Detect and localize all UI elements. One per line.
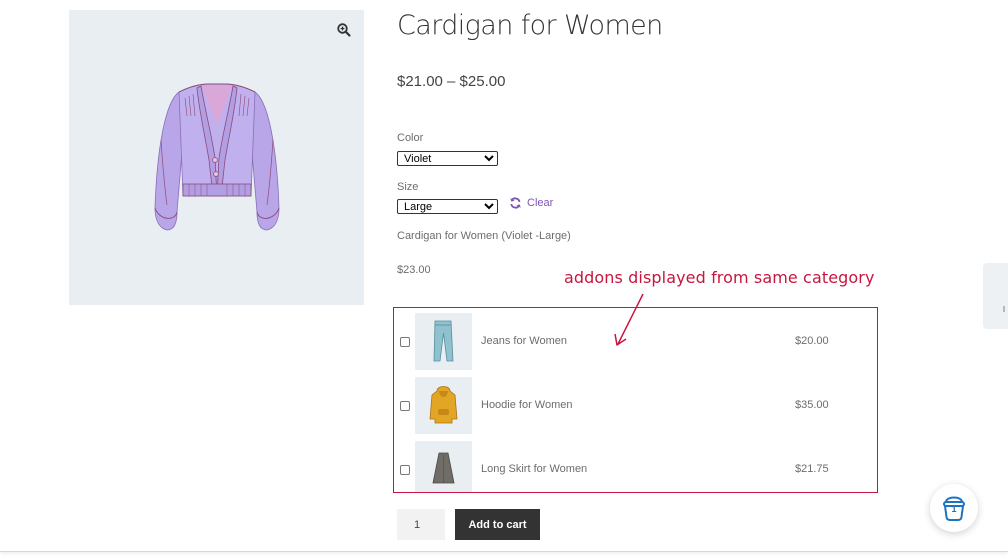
clear-label: Clear: [527, 197, 554, 209]
floating-cart-button[interactable]: 1: [930, 484, 978, 532]
addon-price: $21.75: [795, 463, 829, 475]
addon-name[interactable]: Hoodie for Women: [481, 399, 573, 411]
product-title: Cardigan for Women: [397, 10, 663, 41]
hoodie-icon: [429, 386, 458, 424]
hoodie-thumbnail[interactable]: [415, 377, 472, 434]
refresh-icon: [510, 197, 521, 209]
side-tab-handle: [1003, 306, 1005, 312]
addon-price: $35.00: [795, 399, 829, 411]
selected-variation-name: Cardigan for Women (Violet -Large): [397, 230, 571, 242]
selected-variation-price: $23.00: [397, 264, 431, 276]
addon-row: Hoodie for Women $35.00: [394, 377, 877, 435]
side-panel-tab[interactable]: [983, 263, 1008, 329]
addon-checkbox[interactable]: [400, 465, 410, 475]
product-price-range: $21.00 – $25.00: [397, 73, 506, 90]
addon-price: $20.00: [795, 335, 829, 347]
color-select[interactable]: Violet: [397, 151, 498, 166]
addon-checkbox[interactable]: [400, 401, 410, 411]
quantity-input[interactable]: [397, 509, 445, 540]
annotation-text: addons displayed from same category: [564, 268, 875, 287]
addons-list: Jeans for Women $20.00 Hoodie for Women …: [393, 307, 878, 493]
addon-row: Jeans for Women $20.00: [394, 313, 877, 371]
size-label: Size: [397, 181, 419, 193]
jeans-icon: [433, 320, 454, 362]
color-label: Color: [397, 132, 424, 144]
size-select[interactable]: Large: [397, 199, 498, 214]
skirt-icon: [432, 452, 455, 484]
clear-selection-link[interactable]: Clear: [509, 197, 553, 209]
cardigan-image: [154, 83, 280, 231]
zoom-icon[interactable]: [336, 22, 352, 38]
addon-row: Long Skirt for Women $21.75: [394, 441, 877, 492]
add-to-cart-button[interactable]: Add to cart: [455, 509, 540, 540]
skirt-thumbnail[interactable]: [415, 441, 472, 492]
cart-count-badge: 1: [951, 504, 957, 514]
product-gallery[interactable]: [69, 10, 364, 305]
addon-name[interactable]: Jeans for Women: [481, 335, 567, 347]
addon-name[interactable]: Long Skirt for Women: [481, 463, 587, 475]
addon-checkbox[interactable]: [400, 337, 410, 347]
jeans-thumbnail[interactable]: [415, 313, 472, 370]
